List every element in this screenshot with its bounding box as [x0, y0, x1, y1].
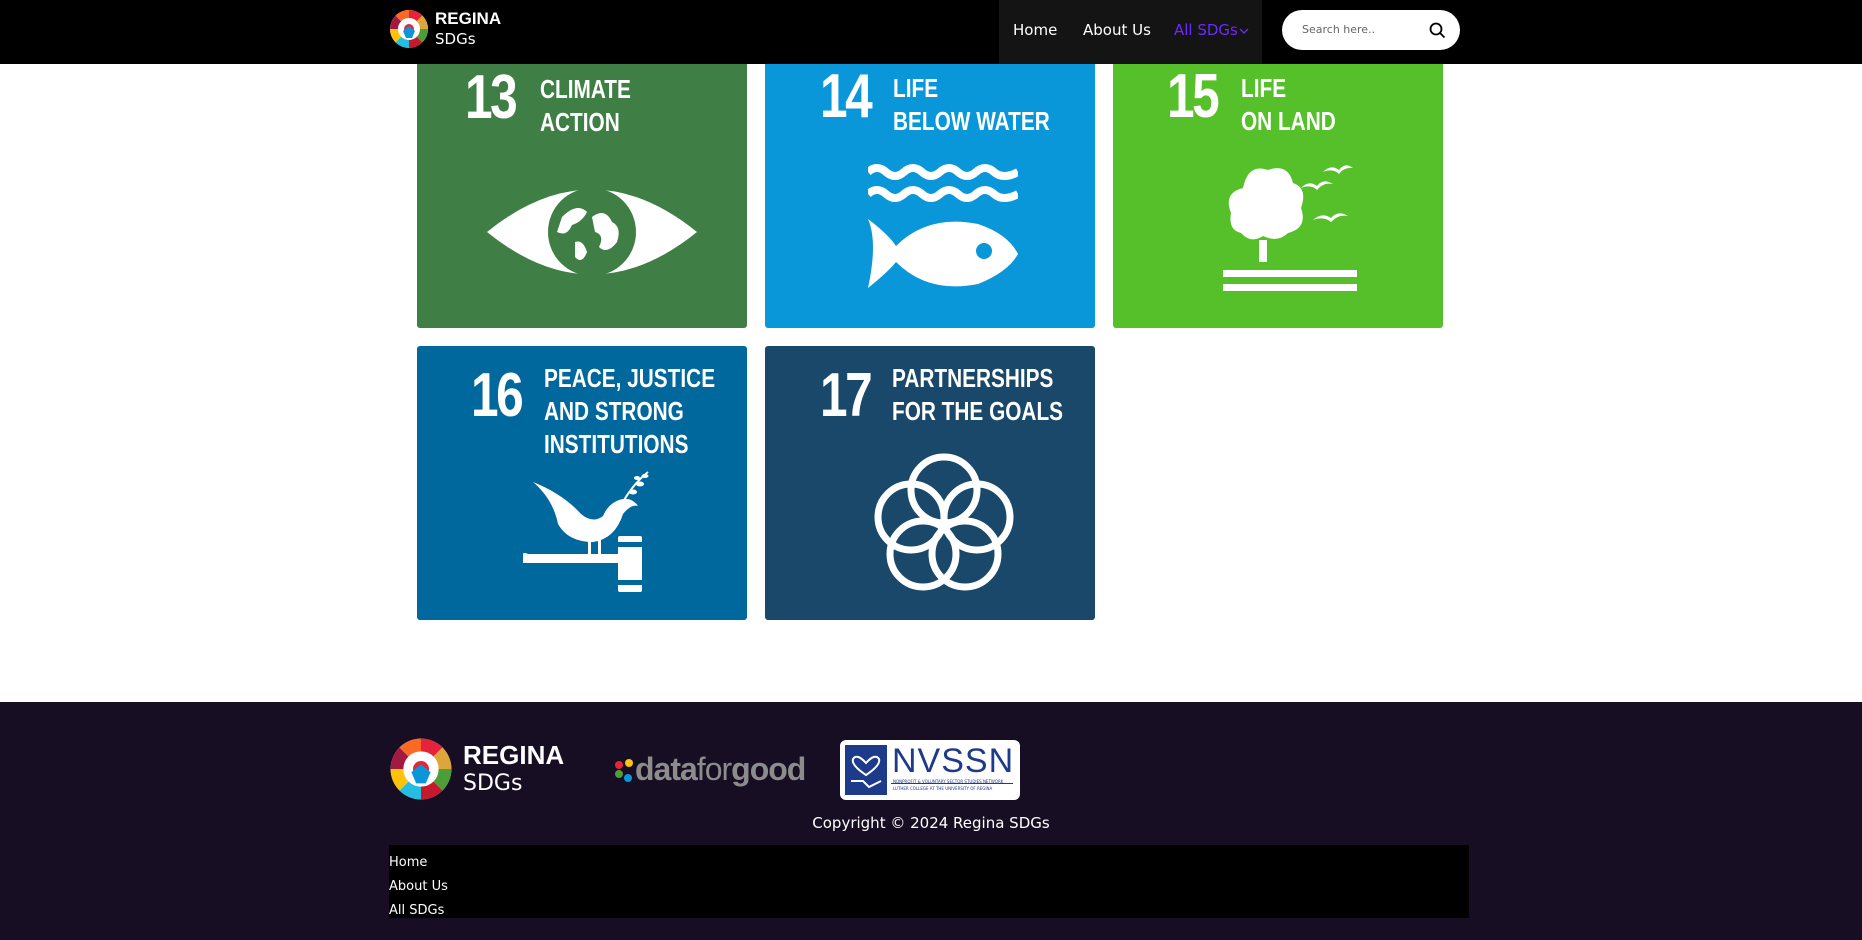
- sdg-title: PARTNERSHIPS FOR THE GOALS: [892, 363, 1064, 426]
- footer-nav: Home About Us All SDGs: [389, 845, 1469, 918]
- sdg-tile-14[interactable]: 14 LIFE BELOW WATER: [765, 40, 1095, 328]
- sdg-number: 14: [820, 62, 873, 131]
- sdg-tile-15[interactable]: 15 LIFE ON LAND: [1113, 40, 1443, 328]
- copyright: Copyright © 2024 Regina SDGs: [812, 814, 1050, 832]
- brand-subname: SDGs: [435, 30, 476, 48]
- dataforgood-for: for: [696, 751, 732, 787]
- nvssn-text: NVSSN: [892, 742, 1015, 780]
- main-nav: Home About Us All SDGs: [999, 0, 1262, 64]
- eye-globe-icon: [487, 188, 697, 276]
- sdg-title: LIFE ON LAND: [1241, 73, 1336, 136]
- site-header: REGINA SDGs Home About Us All SDGs Searc…: [0, 0, 1862, 64]
- dove-gavel-icon: [523, 471, 649, 592]
- nav-home[interactable]: Home: [1013, 21, 1057, 39]
- sdg-title: PEACE, JUSTICE AND STRONG INSTITUTIONS: [544, 363, 716, 459]
- sdg-wheel-logo-icon: [390, 738, 452, 800]
- footer-brand-name: REGINA: [463, 740, 565, 770]
- sdg-tile-17[interactable]: 17 PARTNERSHIPS FOR THE GOALS: [765, 346, 1095, 620]
- footer-brand-subname: SDGs: [463, 771, 523, 796]
- sdg-tile-13[interactable]: 13 CLIMATE ACTION: [417, 40, 747, 328]
- nav-about-us[interactable]: About Us: [1083, 21, 1151, 39]
- nvssn-subtext: NONPROFIT & VOLUNTARY SECTOR STUDIES NET…: [893, 779, 1004, 784]
- footer-brand-logo[interactable]: REGINA SDGs: [389, 737, 564, 801]
- nvssn-subtext-2: LUTHER COLLEGE AT THE UNIVERSITY OF REGI…: [893, 786, 993, 791]
- sdg-title: LIFE BELOW WATER: [893, 73, 1050, 136]
- search-box[interactable]: Search here..: [1282, 10, 1460, 50]
- dataforgood-data: data: [635, 751, 698, 787]
- fish-water-icon: [868, 164, 1018, 288]
- sdg-number: 15: [1167, 62, 1220, 131]
- rings-icon: [874, 453, 1014, 591]
- nav-all-sdgs[interactable]: All SDGs: [1174, 21, 1238, 39]
- sdg-tile-16[interactable]: 16 PEACE, JUSTICE AND STRONG INSTITUTIONS: [417, 346, 747, 620]
- chevron-down-icon: [1239, 28, 1249, 34]
- sdg-wheel-logo-icon: [390, 10, 428, 48]
- sdg-number: 13: [465, 63, 518, 132]
- dataforgood-logo[interactable]: dataforgood: [613, 751, 806, 788]
- brand-logo-link[interactable]: REGINA SDGs: [389, 9, 501, 49]
- footer-link-all-sdgs[interactable]: All SDGs: [389, 903, 444, 918]
- brand-name: REGINA: [435, 9, 502, 28]
- nvssn-logo[interactable]: NVSSN NONPROFIT & VOLUNTARY SECTOR STUDI…: [840, 740, 1020, 800]
- sdg-number: 16: [471, 361, 524, 430]
- search-icon[interactable]: [1429, 22, 1446, 39]
- dataforgood-mark-icon: [615, 759, 633, 782]
- sdg-number: 17: [820, 361, 873, 430]
- footer-link-about-us[interactable]: About Us: [389, 879, 448, 894]
- search-input[interactable]: Search here..: [1302, 23, 1375, 36]
- footer-link-home[interactable]: Home: [389, 855, 427, 870]
- dataforgood-good: good: [731, 751, 806, 787]
- sdg-title: CLIMATE ACTION: [540, 74, 631, 137]
- tree-birds-icon: [1223, 165, 1357, 291]
